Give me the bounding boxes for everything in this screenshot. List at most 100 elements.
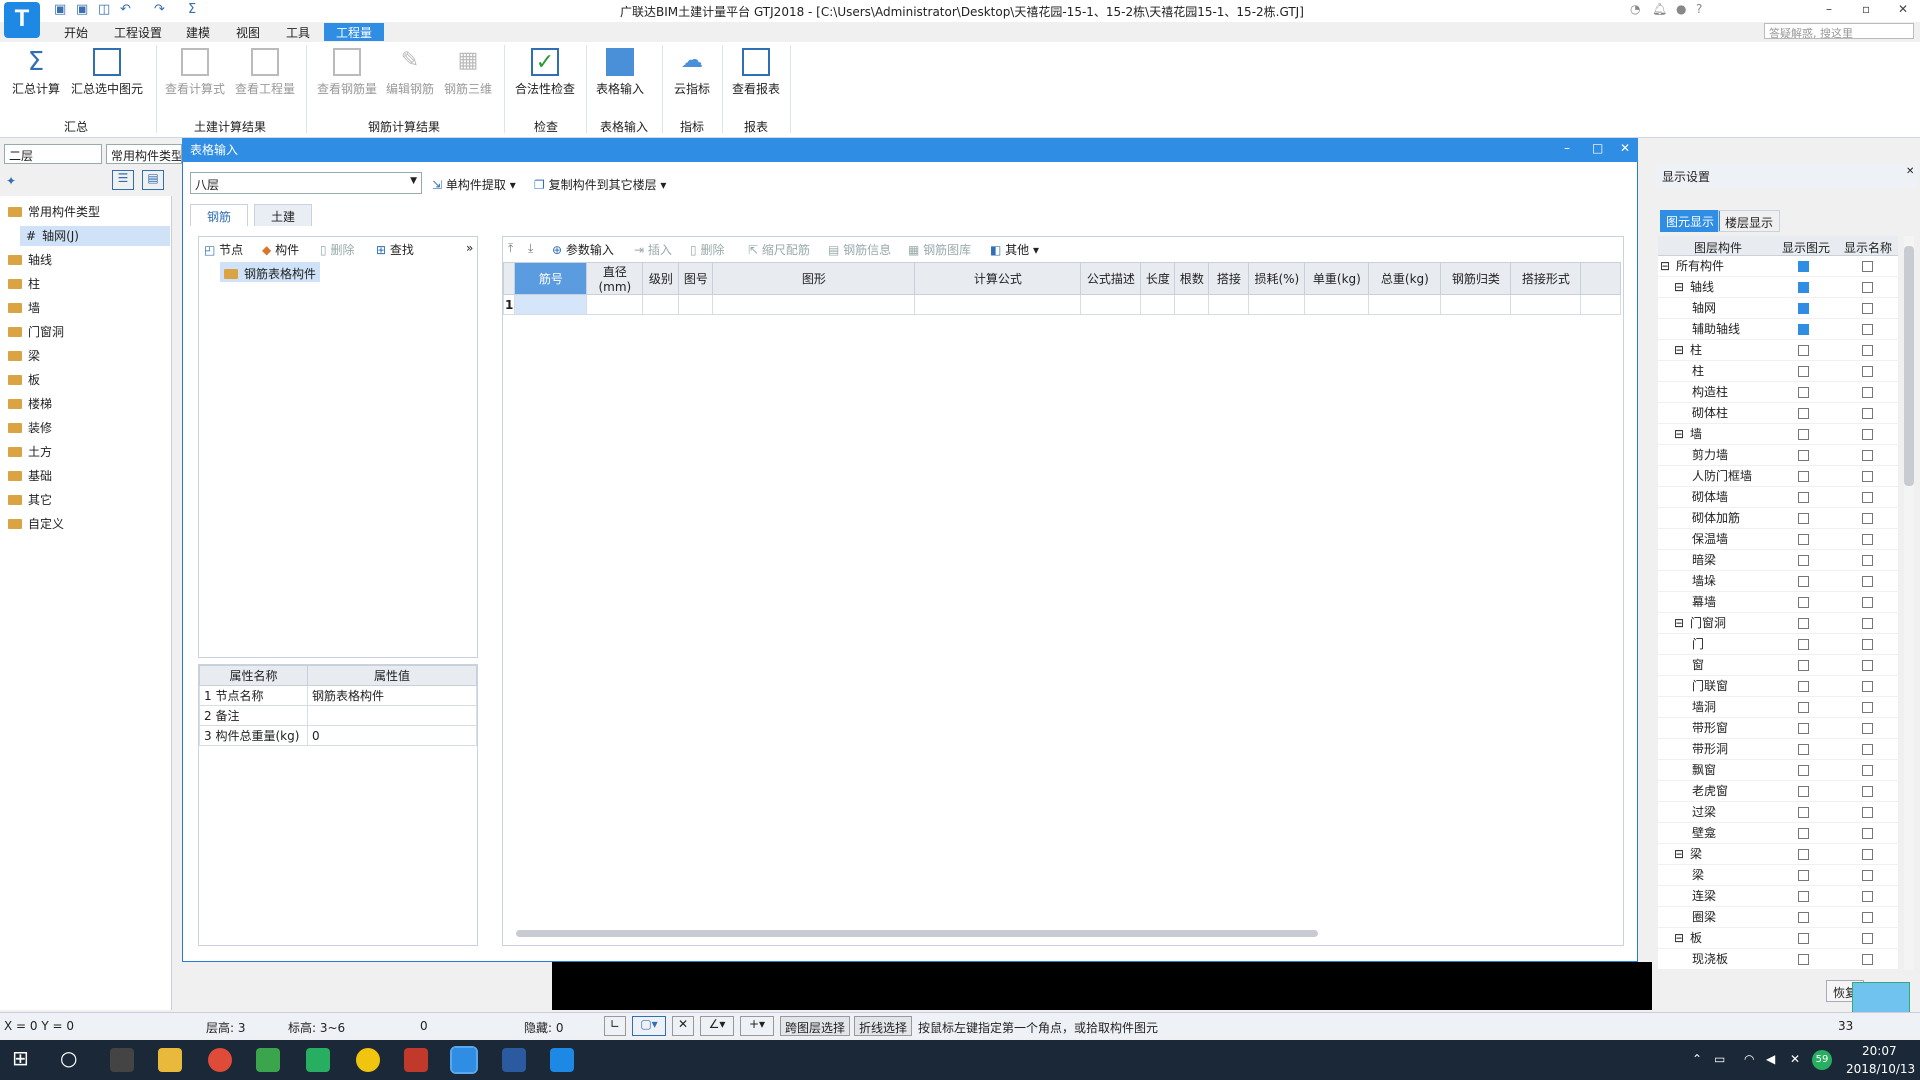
layer-row[interactable]: 墙垛	[1658, 571, 1898, 592]
col-diameter[interactable]: 直径(mm)	[586, 262, 644, 295]
dialog-floor-select[interactable]: 八层 ▼	[190, 172, 422, 194]
file-explorer-icon[interactable]	[158, 1048, 182, 1072]
show-name-checkbox[interactable]	[1862, 702, 1873, 713]
show-element-checkbox[interactable]	[1798, 723, 1809, 734]
cell[interactable]	[1248, 294, 1306, 315]
show-name-checkbox[interactable]	[1862, 534, 1873, 545]
show-name-checkbox[interactable]	[1862, 324, 1873, 335]
tab-view[interactable]: 视图	[224, 23, 272, 41]
show-element-checkbox[interactable]	[1798, 534, 1809, 545]
cortana-icon[interactable]: ○	[60, 1046, 77, 1070]
show-element-checkbox[interactable]	[1798, 429, 1809, 440]
show-element-checkbox[interactable]	[1798, 765, 1809, 776]
video-icon[interactable]	[502, 1048, 526, 1072]
view-rebar-button[interactable]: 查看钢筋量	[314, 48, 380, 97]
cell[interactable]	[1368, 294, 1442, 315]
table-row[interactable]: 2 备注	[199, 705, 477, 726]
cloud-index-button[interactable]: ☁ 云指标	[668, 48, 716, 97]
app-icon[interactable]	[356, 1048, 380, 1072]
col-lap[interactable]: 搭接	[1208, 262, 1250, 295]
show-element-checkbox[interactable]	[1798, 261, 1809, 272]
show-name-checkbox[interactable]	[1862, 366, 1873, 377]
show-name-checkbox[interactable]	[1862, 555, 1873, 566]
show-element-checkbox[interactable]	[1798, 660, 1809, 671]
layer-row[interactable]: 幕墙	[1658, 592, 1898, 613]
table-row[interactable]: 1 节点名称 钢筋表格构件	[199, 685, 477, 706]
add-component-button[interactable]: ◆ 构件	[262, 241, 299, 258]
cell[interactable]	[642, 294, 680, 315]
show-element-checkbox[interactable]	[1798, 471, 1809, 482]
cell[interactable]	[1510, 294, 1582, 315]
dialog-maximize-icon[interactable]: □	[1592, 141, 1603, 155]
layer-row[interactable]: 窗	[1658, 655, 1898, 676]
layer-row[interactable]: ⊟ 梁	[1658, 844, 1898, 865]
tab-modeling[interactable]: 建模	[174, 23, 222, 41]
add-node-button[interactable]: ◰ 节点	[204, 241, 243, 258]
show-element-checkbox[interactable]	[1798, 954, 1809, 965]
cell[interactable]	[1440, 294, 1512, 315]
col-total-weight[interactable]: 总重(kg)	[1368, 262, 1442, 295]
tab-start[interactable]: 开始	[52, 23, 100, 41]
show-element-checkbox[interactable]	[1798, 807, 1809, 818]
show-element-checkbox[interactable]	[1798, 870, 1809, 881]
layer-row[interactable]: ⊟ 所有构件	[1658, 256, 1898, 277]
expand-icon[interactable]: »	[466, 241, 473, 255]
view-report-button[interactable]: 查看报表	[728, 48, 784, 97]
show-name-checkbox[interactable]	[1862, 471, 1873, 482]
tab-floor-display[interactable]: 楼层显示	[1718, 210, 1781, 232]
layer-row[interactable]: 飘窗	[1658, 760, 1898, 781]
col-unit-weight[interactable]: 单重(kg)	[1304, 262, 1370, 295]
col-bar-no[interactable]: 筋号	[514, 262, 588, 295]
tree-node-rebar-table[interactable]: 钢筋表格构件	[220, 262, 320, 282]
show-element-checkbox[interactable]	[1798, 828, 1809, 839]
chat-icon[interactable]: ●	[1676, 2, 1686, 16]
close-icon[interactable]: ✕	[1898, 2, 1908, 16]
layer-row[interactable]: 过梁	[1658, 802, 1898, 823]
cross-layer-select-button[interactable]: 跨图层选择	[780, 1016, 851, 1036]
layer-row[interactable]: 剪力墙	[1658, 445, 1898, 466]
layer-row[interactable]: ⊟ 板	[1658, 928, 1898, 949]
undo-icon[interactable]: ↶	[120, 2, 131, 17]
snap-icon[interactable]: ▢▾	[632, 1016, 666, 1036]
view-quantity-button[interactable]: 查看工程量	[232, 48, 298, 97]
layer-row[interactable]: 构造柱	[1658, 382, 1898, 403]
cross-snap-icon[interactable]: ✕	[672, 1016, 694, 1036]
show-name-checkbox[interactable]	[1862, 387, 1873, 398]
tree-item-openings[interactable]: 门窗洞	[8, 322, 64, 342]
tree-item-custom[interactable]: 自定义	[8, 514, 64, 534]
layer-row[interactable]: ⊟ 柱	[1658, 340, 1898, 361]
collapse-icon[interactable]: ⊟	[1674, 340, 1684, 361]
ime-icon[interactable]: ✕	[1790, 1052, 1800, 1066]
show-name-checkbox[interactable]	[1862, 345, 1873, 356]
tab-rebar[interactable]: 钢筋	[190, 204, 249, 226]
cell[interactable]	[1140, 294, 1176, 315]
component-type-select[interactable]: 常用构件类型	[106, 144, 182, 164]
open-icon[interactable]: ◫	[98, 2, 110, 17]
show-element-checkbox[interactable]	[1798, 303, 1809, 314]
col-loss[interactable]: 损耗(%)	[1248, 262, 1306, 295]
cell[interactable]	[1174, 294, 1210, 315]
layer-row[interactable]: 砌体加筋	[1658, 508, 1898, 529]
tree-item-earthwork[interactable]: 土方	[8, 442, 52, 462]
show-element-checkbox[interactable]	[1798, 681, 1809, 692]
layer-row[interactable]: 梁	[1658, 865, 1898, 886]
cell[interactable]	[712, 294, 916, 315]
layer-row[interactable]: 门	[1658, 634, 1898, 655]
sheets-icon[interactable]	[256, 1048, 280, 1072]
rebar-library-button[interactable]: ▦ 钢筋图库	[908, 241, 971, 258]
show-element-checkbox[interactable]	[1798, 639, 1809, 650]
show-element-checkbox[interactable]	[1798, 345, 1809, 356]
table-input-button[interactable]: 表格输入	[592, 48, 648, 97]
show-name-checkbox[interactable]	[1862, 408, 1873, 419]
show-element-checkbox[interactable]	[1798, 849, 1809, 860]
layer-row[interactable]: 暗梁	[1658, 550, 1898, 571]
summary-calc-button[interactable]: Σ 汇总计算	[10, 48, 62, 97]
show-name-checkbox[interactable]	[1862, 807, 1873, 818]
ortho-icon[interactable]: ∟	[604, 1016, 626, 1036]
other-button[interactable]: ◧ 其他 ▾	[990, 241, 1039, 258]
tree-item-column[interactable]: 柱	[8, 274, 40, 294]
tab-civil[interactable]: 土建	[254, 204, 313, 226]
col-grade[interactable]: 级别	[642, 262, 680, 295]
cell[interactable]	[1304, 294, 1370, 315]
show-name-checkbox[interactable]	[1862, 261, 1873, 272]
